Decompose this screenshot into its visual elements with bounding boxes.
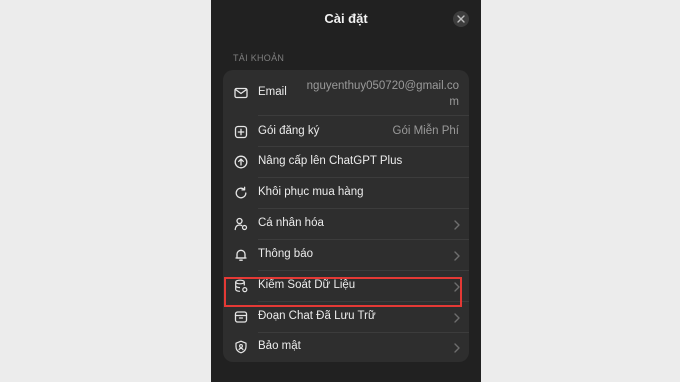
archive-icon [234,310,248,324]
plus-square-icon [234,125,248,139]
arrow-up-circle-icon [234,155,248,169]
settings-screen: Cài đặt TÀI KHOẢN Email nguyenthuy050720… [211,0,481,382]
account-settings-card: Email nguyenthuy050720@gmail.com Gói đăn… [223,70,469,362]
mail-icon [234,86,248,100]
subscription-value: Gói Miễn Phí [392,125,459,137]
settings-row-label: Nâng cấp lên ChatGPT Plus [258,155,403,167]
section-label-account: TÀI KHOẢN [233,53,285,63]
settings-row-label: Bảo mật [258,340,301,352]
settings-row-email[interactable]: Email nguyenthuy050720@gmail.com [223,70,469,116]
refresh-icon [234,186,248,200]
email-value: nguyenthuy050720@gmail.com [306,80,459,108]
settings-row-label: Gói đăng ký [258,125,320,137]
shield-icon [234,340,248,354]
settings-row-upgrade[interactable]: Nâng cấp lên ChatGPT Plus [223,147,469,178]
chevron-right-icon [454,343,460,353]
settings-row-label: Cá nhân hóa [258,217,324,229]
settings-row-label: Đoạn Chat Đã Lưu Trữ [258,310,376,322]
chevron-right-icon [454,313,460,323]
settings-row-label: Email [258,86,287,98]
chevron-right-icon [454,220,460,230]
settings-row-label: Thông báo [258,248,313,260]
bell-icon [234,248,248,262]
highlight-box-data-controls [224,277,462,307]
settings-row-restore[interactable]: Khôi phục mua hàng [223,178,469,209]
settings-row-label: Khôi phục mua hàng [258,186,364,198]
close-button[interactable] [453,11,469,27]
close-icon [457,15,465,23]
person-gear-icon [234,217,248,231]
settings-row-subscription[interactable]: Gói đăng ký Gói Miễn Phí [223,116,469,147]
settings-row-notifications[interactable]: Thông báo [223,240,469,271]
settings-row-security[interactable]: Bảo mật [223,333,469,362]
page-title: Cài đặt [324,11,368,26]
chevron-right-icon [454,251,460,261]
settings-row-personalization[interactable]: Cá nhân hóa [223,209,469,240]
